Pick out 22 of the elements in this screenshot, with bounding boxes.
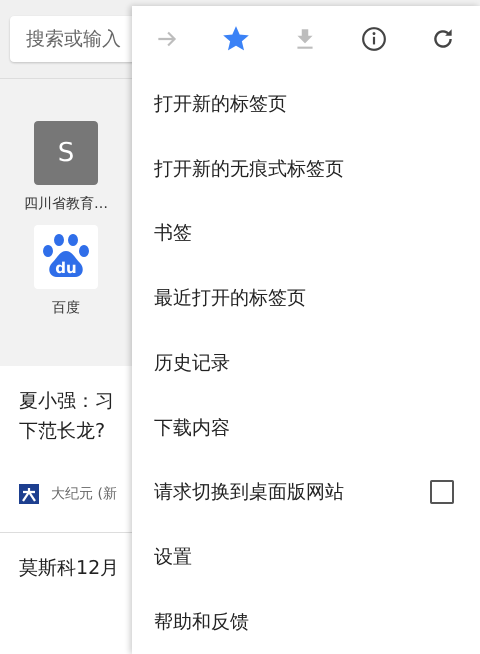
tile-label: 四川省教育… [24, 195, 108, 213]
checkbox[interactable] [430, 480, 454, 504]
menu-item[interactable]: 打开新的无痕式标签页 [132, 136, 480, 202]
source-logo-icon [19, 484, 39, 504]
tile-label: 百度 [52, 299, 80, 317]
menu-item[interactable]: 历史记录 [132, 330, 480, 396]
menu-item[interactable]: 帮助和反馈 [132, 589, 480, 654]
news-source: 大纪元 (新 [51, 485, 117, 503]
menu-item[interactable]: 打开新的标签页 [132, 72, 480, 136]
site-tile[interactable]: S [34, 121, 98, 185]
menu-item[interactable]: 书签 [132, 201, 480, 266]
info-icon [361, 26, 387, 52]
news-headline[interactable]: 夏小强：习 下范长龙? [19, 386, 132, 446]
menu-item[interactable]: 请求切换到桌面版网站 [132, 460, 480, 525]
star-icon [223, 26, 249, 52]
menu-item[interactable]: 最近打开的标签页 [132, 266, 480, 331]
search-field[interactable]: 搜索或输入 [10, 16, 132, 62]
news-headline[interactable]: 莫斯科12月 [19, 553, 132, 583]
paw-logo-tile[interactable]: du [34, 225, 98, 289]
menu-item-label: 请求切换到桌面版网站 [154, 480, 344, 506]
menu-item[interactable]: 下载内容 [132, 395, 480, 460]
menu-item[interactable]: 设置 [132, 524, 480, 590]
